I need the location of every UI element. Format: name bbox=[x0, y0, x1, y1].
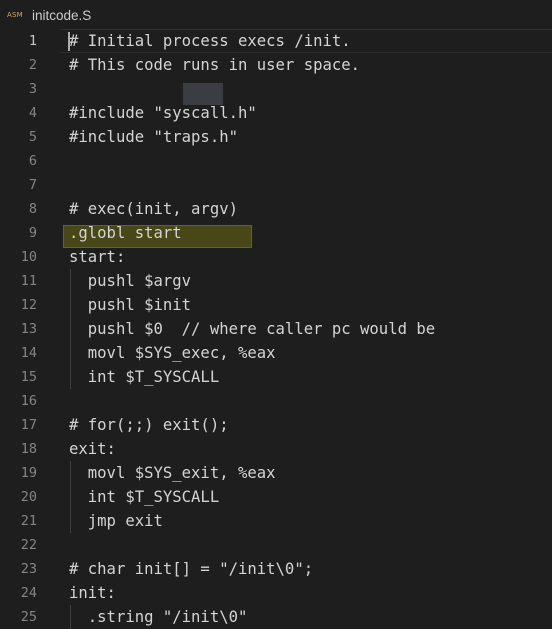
line-number: 10 bbox=[20, 249, 37, 265]
line-number: 21 bbox=[20, 513, 37, 529]
file-name[interactable]: initcode.S bbox=[32, 7, 91, 25]
line-number: 15 bbox=[20, 369, 37, 385]
line-number: 19 bbox=[20, 465, 37, 481]
line-number: 4 bbox=[28, 105, 37, 121]
code-line[interactable]: 2 # This code runs in user space. bbox=[0, 53, 552, 77]
code-text[interactable]: # exec(init, argv) bbox=[69, 197, 238, 221]
line-number: 9 bbox=[28, 225, 37, 241]
tab-bar: ASM initcode.S bbox=[0, 0, 552, 29]
text-cursor bbox=[68, 32, 70, 51]
code-line[interactable]: 22 bbox=[0, 533, 552, 557]
code-line[interactable]: 14 movl $SYS_exec, %eax bbox=[0, 341, 552, 365]
code-text[interactable]: # This code runs in user space. bbox=[69, 53, 360, 77]
line-number: 11 bbox=[20, 273, 37, 289]
code-line[interactable]: 11 pushl $argv bbox=[0, 269, 552, 293]
code-text[interactable]: movl $SYS_exec, %eax bbox=[69, 341, 276, 365]
line-number: 14 bbox=[20, 345, 37, 361]
code-text[interactable]: # for(;;) exit(); bbox=[69, 413, 229, 437]
code-text[interactable]: .string "/init\0" bbox=[69, 605, 248, 629]
line-number: 6 bbox=[28, 153, 37, 169]
line-number: 13 bbox=[20, 321, 37, 337]
code-line[interactable]: 23 # char init[] = "/init\0"; bbox=[0, 557, 552, 581]
code-text[interactable]: movl $SYS_exit, %eax bbox=[69, 461, 276, 485]
line-number: 5 bbox=[28, 129, 37, 145]
code-line[interactable]: 9 .globl start bbox=[0, 221, 552, 245]
code-line[interactable]: 18 exit: bbox=[0, 437, 552, 461]
line-number: 7 bbox=[28, 177, 37, 193]
code-line[interactable]: 17 # for(;;) exit(); bbox=[0, 413, 552, 437]
code-line[interactable]: 10 start: bbox=[0, 245, 552, 269]
line-number: 3 bbox=[28, 81, 37, 97]
line-number: 12 bbox=[20, 297, 37, 313]
code-line[interactable]: 16 bbox=[0, 389, 552, 413]
code-text[interactable]: start: bbox=[69, 245, 125, 269]
code-line[interactable]: 7 bbox=[0, 173, 552, 197]
line-number: 18 bbox=[20, 441, 37, 457]
code-line[interactable]: 1 # Initial process execs /init. bbox=[0, 29, 552, 53]
code-line[interactable]: 5 #include "traps.h" bbox=[0, 125, 552, 149]
line-number: 25 bbox=[20, 609, 37, 625]
line-number: 23 bbox=[20, 561, 37, 577]
code-text[interactable]: pushl $0 // where caller pc would be bbox=[69, 317, 435, 341]
code-line[interactable]: 13 pushl $0 // where caller pc would be bbox=[0, 317, 552, 341]
line-number: 8 bbox=[28, 201, 37, 217]
code-line[interactable]: 15 int $T_SYSCALL bbox=[0, 365, 552, 389]
code-text[interactable]: pushl $init bbox=[69, 293, 191, 317]
code-editor[interactable]: 1 # Initial process execs /init. 2 # This c… bbox=[0, 29, 552, 629]
code-text[interactable]: #include "syscall.h" bbox=[69, 101, 257, 125]
code-line[interactable]: 20 int $T_SYSCALL bbox=[0, 485, 552, 509]
code-line[interactable]: 8 # exec(init, argv) bbox=[0, 197, 552, 221]
code-line[interactable]: 6 bbox=[0, 149, 552, 173]
line-number: 22 bbox=[20, 537, 37, 553]
code-line[interactable]: 3 bbox=[0, 77, 552, 101]
code-text[interactable]: .globl start bbox=[69, 221, 182, 245]
line-number: 16 bbox=[20, 393, 37, 409]
editor-window: ASM initcode.S 1 # Initial process execs … bbox=[0, 0, 552, 629]
code-line[interactable]: 19 movl $SYS_exit, %eax bbox=[0, 461, 552, 485]
line-number: 24 bbox=[20, 585, 37, 601]
code-line[interactable]: 21 jmp exit bbox=[0, 509, 552, 533]
code-text[interactable]: exit: bbox=[69, 437, 116, 461]
code-text[interactable]: #include "traps.h" bbox=[69, 125, 238, 149]
line-number: 20 bbox=[20, 489, 37, 505]
code-text[interactable]: init: bbox=[69, 581, 116, 605]
code-line[interactable]: 4 #include "syscall.h" bbox=[0, 101, 552, 125]
code-text[interactable]: # char init[] = "/init\0"; bbox=[69, 557, 313, 581]
code-line[interactable]: 12 pushl $init bbox=[0, 293, 552, 317]
line-number: 1 bbox=[28, 33, 37, 49]
code-line[interactable]: 24 init: bbox=[0, 581, 552, 605]
line-number: 2 bbox=[28, 57, 37, 73]
code-text[interactable]: jmp exit bbox=[69, 509, 163, 533]
code-text[interactable]: int $T_SYSCALL bbox=[69, 365, 219, 389]
asm-file-icon: ASM bbox=[7, 11, 23, 19]
code-text[interactable]: int $T_SYSCALL bbox=[69, 485, 219, 509]
code-text[interactable]: pushl $argv bbox=[69, 269, 191, 293]
line-number: 17 bbox=[20, 417, 37, 433]
code-line[interactable]: 25 .string "/init\0" bbox=[0, 605, 552, 629]
code-text[interactable]: # Initial process execs /init. bbox=[69, 29, 351, 53]
